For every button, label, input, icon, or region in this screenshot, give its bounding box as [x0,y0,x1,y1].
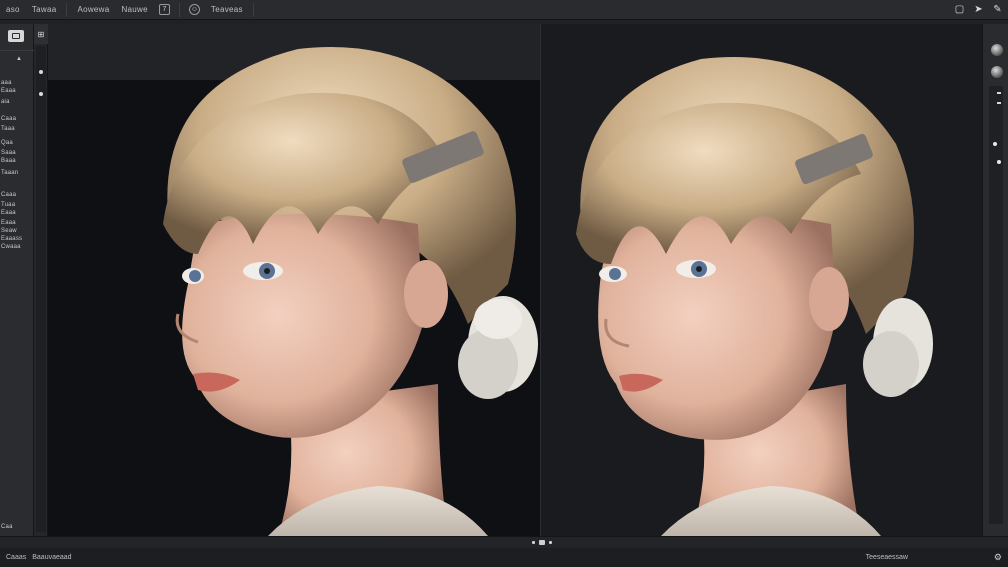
right-portrait [576,57,933,536]
panel-row[interactable]: Taaan [1,170,18,176]
page-indicator [532,540,552,545]
settings-icon[interactable]: ⚙ [994,552,1002,563]
scroll-track[interactable] [989,86,1003,524]
menu-item-3[interactable]: Aowewa [71,5,115,14]
scroll-marker[interactable] [39,70,43,74]
pin-icon[interactable]: ✎ [991,3,1004,16]
face-icon[interactable]: ☺ [188,4,200,15]
panel-row[interactable]: Qaa [1,140,13,146]
divider [0,50,34,51]
page-dot[interactable] [549,541,552,544]
camera-icon[interactable] [8,30,24,42]
scroll-marker[interactable] [993,142,997,146]
collapse-icon[interactable]: ▲ [16,56,22,62]
pointer-icon[interactable]: ➤ [972,3,985,16]
scroll-track[interactable] [36,46,46,532]
menu-separator [178,2,180,17]
material-ball-icon[interactable] [991,66,1003,78]
status-text-right: Teeseaessaw [865,554,908,561]
panel-row[interactable]: Eaaa [1,210,16,216]
panel-row[interactable]: aaa [1,80,12,86]
window-icon[interactable]: ▢ [953,3,966,16]
panel-row[interactable]: aia [1,99,10,105]
panel-row[interactable]: Taaa [1,126,15,132]
panel-row[interactable]: Eaaass [1,236,22,242]
material-ball-icon[interactable] [991,44,1003,56]
menubar-tools: ▢ ➤ ✎ [953,3,1004,16]
panel-row[interactable]: Baaa [1,158,16,164]
page-dot[interactable] [532,541,535,544]
left-viewport[interactable] [48,24,540,536]
panel-row[interactable]: Caaa [1,192,16,198]
panel-row[interactable]: Tuaa [1,202,15,208]
scroll-marker[interactable] [39,92,43,96]
panel-row[interactable]: Seaw [1,228,17,234]
menu-item-5[interactable]: Teaveas [205,5,249,14]
layers-icon[interactable]: 7 [158,4,170,15]
right-panel [982,24,1008,536]
timeline-bar[interactable] [0,536,1008,548]
status-text-a: Caaas [6,554,27,561]
panel-row[interactable]: Cwaaa [1,244,21,250]
scroll-marker[interactable] [997,102,1001,104]
menu-item-1[interactable]: aso [0,5,26,14]
left-portrait [163,47,538,536]
grid-icon[interactable]: ⊞ [34,24,48,44]
status-bar: Caaas Baauvaeaad Teeseaessaw ⚙ [0,548,1008,567]
status-text-b: Baauvaeaad [32,554,72,561]
page-dot-active[interactable] [539,540,545,545]
right-viewport[interactable] [541,24,982,536]
panel-row[interactable]: Caaa [1,116,16,122]
menu-item-2[interactable]: Tawaa [26,5,63,14]
panel-row[interactable]: Saaa [1,150,16,156]
menu-separator [252,2,254,17]
scroll-marker[interactable] [997,92,1001,94]
secondary-toolbar: ⊞ [34,24,48,536]
panel-row[interactable]: Eaaa [1,88,16,94]
menu-bar: aso Tawaa Aowewa Nauwe 7 ☺ Teaveas ▢ ➤ ✎ [0,0,1008,20]
menu-separator [66,2,68,17]
menu-item-4[interactable]: Nauwe [115,5,153,14]
panel-row[interactable]: Eaaa [1,220,16,226]
left-panel: ▲ aaa Eaaa aia Caaa Taaa Qaa Saaa Baaa T… [0,24,34,536]
scroll-marker[interactable] [997,160,1001,164]
panel-footer: Caa [1,524,13,530]
